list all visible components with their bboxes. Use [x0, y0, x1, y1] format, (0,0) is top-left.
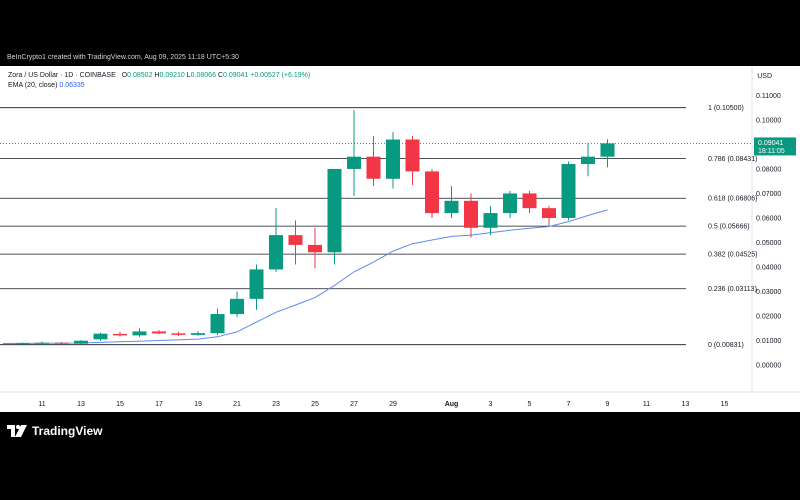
x-tick-label: 9: [606, 401, 610, 408]
y-tick-label: 0.02000: [756, 314, 781, 321]
close-value: 0.09041: [222, 72, 249, 79]
candle-body: [152, 331, 166, 334]
y-tick-label: 0.11000: [756, 93, 781, 100]
candle-body: [132, 331, 147, 336]
symbol-name: Zora / US Dollar · 1D · COINBASE: [8, 72, 116, 79]
chart-panel[interactable]: 0.110000.100000.090000.080000.070000.060…: [0, 66, 800, 412]
candle-body: [600, 143, 615, 157]
y-tick-label: 0.10000: [756, 117, 781, 124]
ema-legend: EMA (20, close) 0.06335: [8, 82, 85, 89]
candle-body: [425, 171, 439, 214]
tradingview-logo[interactable]: TradingView: [7, 424, 102, 438]
x-tick-label: 11: [643, 401, 650, 408]
candle-body: [171, 333, 186, 335]
y-tick-label: 0.08000: [756, 166, 781, 173]
candle-body: [191, 333, 205, 335]
x-tick-label: 15: [116, 401, 124, 408]
y-tick-label: 0.00000: [756, 363, 781, 370]
candle-body: [113, 333, 127, 336]
y-tick-label: 0.05000: [756, 240, 781, 247]
candle-body: [15, 343, 30, 345]
candle-body: [93, 333, 108, 340]
candle-body: [308, 244, 322, 253]
chart-caption: BeInCrypto1 created with TradingView.com…: [7, 54, 239, 61]
x-tick-label: 3: [489, 401, 493, 408]
x-tick-label: 25: [311, 401, 319, 408]
low-value: 0.08066: [190, 72, 216, 79]
candle-body: [561, 164, 576, 218]
change-value: +0.00527 (+6.19%): [250, 72, 311, 79]
candle-body: [522, 193, 537, 209]
candle-body: [483, 213, 498, 228]
x-tick-label: 27: [350, 401, 358, 408]
x-tick-label: 5: [528, 401, 532, 408]
ema-label: EMA (20, close): [8, 82, 58, 89]
ema-value: 0.06335: [59, 82, 85, 89]
fib-level-label: 0.236 (0.03113): [708, 286, 757, 293]
x-tick-label: 13: [682, 401, 690, 408]
candle-body: [366, 156, 381, 179]
candle-body: [210, 314, 225, 334]
candle-body: [542, 208, 556, 218]
y-tick-label: 0.04000: [756, 264, 781, 271]
candle-body: [35, 342, 49, 344]
fib-level-label: 0.5 (0.05666): [708, 224, 750, 231]
fib-level-label: 1 (0.10500): [708, 105, 744, 112]
x-tick-label: 17: [155, 401, 163, 408]
x-tick-label: 11: [38, 401, 45, 408]
candle-body: [74, 340, 88, 344]
x-tick-label: 23: [272, 401, 280, 408]
x-tick-label: 13: [77, 401, 85, 408]
candle-body: [54, 342, 69, 344]
candle-body: [464, 200, 478, 228]
tradingview-logo-icon: [7, 425, 27, 437]
bar-countdown-label: 18:11:05: [758, 148, 785, 155]
tradingview-logo-text: TradingView: [32, 424, 103, 438]
candle-body: [269, 235, 283, 270]
fib-level-label: 0.618 (0.06806): [708, 196, 757, 203]
fib-level-label: 0.382 (0.04525): [708, 252, 757, 259]
fib-level-label: 0.786 (0.08431): [708, 156, 757, 163]
y-tick-label: 0.01000: [756, 338, 781, 345]
current-price-label: 0.09041: [758, 140, 783, 147]
fib-level-label: 0 (0.00831): [708, 342, 744, 349]
candlestick-chart[interactable]: 0.110000.100000.090000.080000.070000.060…: [0, 66, 800, 412]
open-value: 0.08502: [127, 72, 153, 79]
x-tick-label: 15: [721, 401, 729, 408]
high-value: 0.09210: [159, 72, 185, 79]
candle-body: [503, 193, 517, 214]
candle-body: [327, 168, 342, 253]
y-tick-label: 0.03000: [756, 289, 781, 296]
ema-line: [2, 209, 608, 344]
candle-body: [444, 200, 459, 214]
candle-body: [288, 235, 303, 245]
symbol-legend: Zora / US Dollar · 1D · COINBASE O0.0850…: [8, 72, 310, 79]
y-tick-label: 0.07000: [756, 191, 781, 198]
candle-body: [405, 139, 420, 172]
candle-body: [386, 139, 400, 179]
x-tick-label: 21: [233, 401, 241, 408]
x-tick-label: 7: [567, 401, 571, 408]
candle-body: [249, 269, 264, 299]
y-tick-label: 0.06000: [756, 215, 781, 222]
x-tick-label: Aug: [445, 401, 459, 408]
candle-body: [230, 298, 244, 315]
candle-body: [581, 156, 595, 165]
x-tick-label: 19: [194, 401, 202, 408]
currency-label[interactable]: USD: [757, 73, 772, 80]
x-tick-label: 29: [389, 401, 397, 408]
candle-body: [347, 156, 361, 169]
